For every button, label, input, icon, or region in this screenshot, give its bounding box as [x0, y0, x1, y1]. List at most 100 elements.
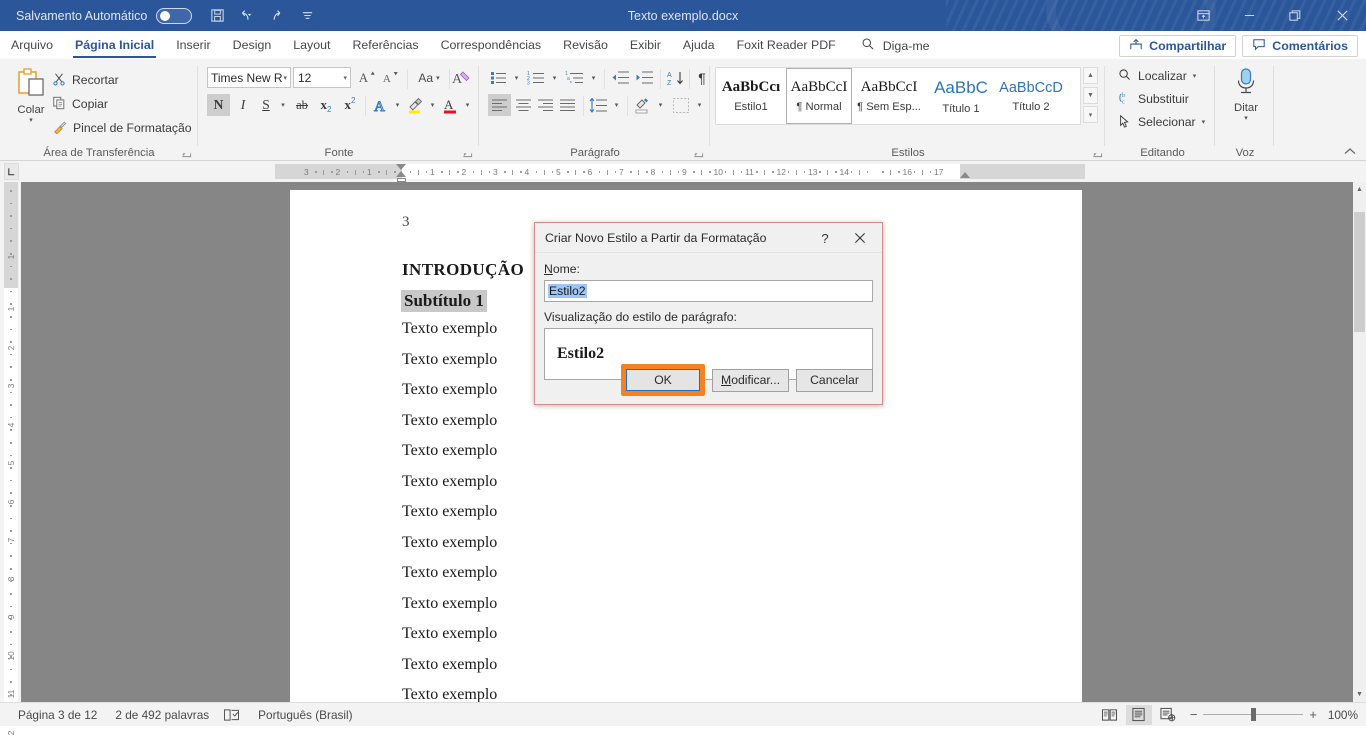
select-button[interactable]: Selecionar ▾	[1118, 112, 1205, 132]
zoom-out-button[interactable]: −	[1190, 707, 1198, 722]
undo-icon[interactable]	[234, 4, 261, 28]
tab-foxit-reader-pdf[interactable]: Foxit Reader PDF	[726, 32, 847, 59]
format-painter-button[interactable]: Pincel de Formatação	[52, 118, 192, 138]
dialog-close-button[interactable]	[846, 228, 874, 248]
tab-inserir[interactable]: Inserir	[165, 32, 221, 59]
cut-button[interactable]: Recortar	[52, 70, 119, 90]
document-heading-2-selected[interactable]: Subtítulo 1	[401, 290, 487, 312]
multilevel-list-button[interactable]: 1a	[562, 67, 587, 88]
ok-button[interactable]: OK	[626, 369, 700, 391]
style-item-titulo-2[interactable]: AaBbCcD Título 2	[998, 68, 1064, 124]
page-info[interactable]: Página 3 de 12	[18, 708, 97, 722]
line-spacing-button[interactable]	[586, 94, 610, 116]
chevron-down-icon[interactable]: ▾	[29, 116, 33, 124]
ribbon-display-options-icon[interactable]	[1180, 0, 1226, 31]
bullets-dropdown[interactable]: ▾	[510, 67, 523, 88]
chevron-down-icon[interactable]: ▾	[1244, 114, 1248, 122]
superscript-button[interactable]: x2	[338, 94, 362, 116]
tab-revisao[interactable]: Revisão	[552, 32, 619, 59]
document-vertical-scrollbar[interactable]: ▲ ▼	[1353, 182, 1366, 702]
decrease-indent-button[interactable]	[608, 67, 632, 88]
font-color-button[interactable]: A	[439, 94, 462, 116]
create-new-style-dialog[interactable]: Criar Novo Estilo a Partir da Formatação…	[534, 222, 883, 405]
bold-button[interactable]: N	[207, 94, 230, 116]
shrink-font-button[interactable]: A	[380, 67, 402, 88]
tab-layout[interactable]: Layout	[282, 32, 341, 59]
read-mode-button[interactable]	[1097, 705, 1123, 725]
italic-button[interactable]: I	[232, 94, 254, 116]
justify-button[interactable]	[556, 94, 579, 116]
scroll-down-button[interactable]: ▼	[1353, 687, 1366, 702]
right-indent-marker[interactable]	[960, 172, 970, 178]
align-left-button[interactable]	[488, 94, 511, 116]
font-size-combo[interactable]: 12 ▾	[293, 67, 351, 88]
save-icon[interactable]	[204, 4, 231, 28]
strikethrough-button[interactable]: ab	[290, 94, 314, 116]
font-color-dropdown[interactable]: ▾	[461, 94, 474, 116]
share-button[interactable]: Compartilhar	[1119, 35, 1237, 57]
collapse-ribbon-button[interactable]	[1342, 143, 1358, 159]
scrollbar-thumb[interactable]	[1354, 212, 1365, 332]
styles-scroll-down-button[interactable]: ▼	[1083, 86, 1098, 104]
dictate-button[interactable]: Ditar ▾	[1225, 67, 1267, 122]
paragraph-dialog-launcher[interactable]	[693, 147, 704, 158]
highlight-button[interactable]	[404, 94, 427, 116]
style-item-estilo1[interactable]: AaBbCcı Estilo1	[718, 68, 784, 124]
hanging-indent-marker[interactable]	[396, 171, 406, 177]
text-effects-dropdown[interactable]: ▾	[391, 94, 404, 116]
tell-me-box[interactable]: Diga-me	[861, 32, 930, 59]
modify-button[interactable]: Modificar...	[712, 368, 789, 392]
styles-more-button[interactable]: ▾	[1083, 106, 1098, 123]
numbering-dropdown[interactable]: ▾	[548, 67, 561, 88]
tab-pagina-inicial[interactable]: Página Inicial	[64, 32, 165, 59]
word-count[interactable]: 2 de 492 palavras	[115, 708, 209, 722]
close-icon[interactable]	[1318, 0, 1366, 31]
copy-button[interactable]: Copiar	[52, 94, 108, 114]
autosave-toggle[interactable]	[156, 7, 193, 24]
chevron-down-icon[interactable]: ▾	[343, 74, 347, 82]
horizontal-ruler[interactable]: 3 2 1 1 2 3 4 5 6 7 8 9 10 11 12 13 14 16 17	[0, 161, 1366, 182]
styles-dialog-launcher[interactable]	[1092, 147, 1103, 158]
font-name-combo[interactable]: Times New R ▾	[207, 67, 291, 88]
cancel-button[interactable]: Cancelar	[796, 368, 873, 392]
zoom-thumb[interactable]	[1251, 707, 1257, 721]
grow-font-button[interactable]: A	[357, 67, 379, 88]
tab-correspondencias[interactable]: Correspondências	[430, 32, 553, 59]
print-layout-button[interactable]	[1125, 704, 1152, 725]
style-item-normal[interactable]: AaBbCcI ¶ Normal	[786, 68, 852, 124]
tab-design[interactable]: Design	[222, 32, 283, 59]
chevron-down-icon[interactable]: ▾	[283, 74, 287, 82]
tab-exibir[interactable]: Exibir	[619, 32, 672, 59]
shading-dropdown[interactable]: ▾	[654, 94, 667, 116]
chevron-down-icon[interactable]: ▾	[436, 74, 440, 82]
style-item-sem-espacamento[interactable]: AaBbCcI ¶ Sem Esp...	[856, 68, 922, 124]
zoom-in-button[interactable]: +	[1309, 707, 1317, 722]
sort-button[interactable]: AZ	[663, 67, 687, 88]
increase-indent-button[interactable]	[632, 67, 656, 88]
language-indicator[interactable]: Português (Brasil)	[258, 708, 352, 722]
zoom-value[interactable]: 100%	[1320, 708, 1358, 722]
redo-icon[interactable]	[264, 4, 291, 28]
zoom-slider[interactable]: − +	[1190, 707, 1317, 722]
borders-dropdown[interactable]: ▾	[693, 94, 706, 116]
vertical-ruler[interactable]: 112345678910112	[0, 182, 21, 735]
underline-dropdown[interactable]: ▾	[276, 94, 290, 116]
clear-formatting-button[interactable]: A	[451, 67, 473, 88]
chevron-down-icon[interactable]: ▾	[1193, 72, 1197, 80]
clipboard-dialog-launcher[interactable]	[181, 147, 192, 158]
tab-stop-selector[interactable]	[4, 163, 19, 180]
subscript-button[interactable]: x2	[314, 94, 338, 116]
minimize-icon[interactable]	[1226, 0, 1272, 31]
shading-button[interactable]	[630, 94, 654, 116]
proofing-icon[interactable]	[223, 708, 240, 722]
align-center-button[interactable]	[512, 94, 535, 116]
paste-button[interactable]: Colar ▾	[10, 66, 52, 124]
scroll-up-button[interactable]: ▲	[1353, 182, 1366, 197]
web-layout-button[interactable]	[1155, 705, 1181, 725]
customize-qat-icon[interactable]	[294, 4, 321, 28]
replace-button[interactable]: bc Substituir	[1118, 89, 1189, 109]
zoom-track[interactable]	[1203, 707, 1304, 721]
change-case-button[interactable]: Aa ▾	[411, 67, 447, 88]
restore-icon[interactable]	[1272, 0, 1318, 31]
tab-arquivo[interactable]: Arquivo	[0, 32, 64, 59]
